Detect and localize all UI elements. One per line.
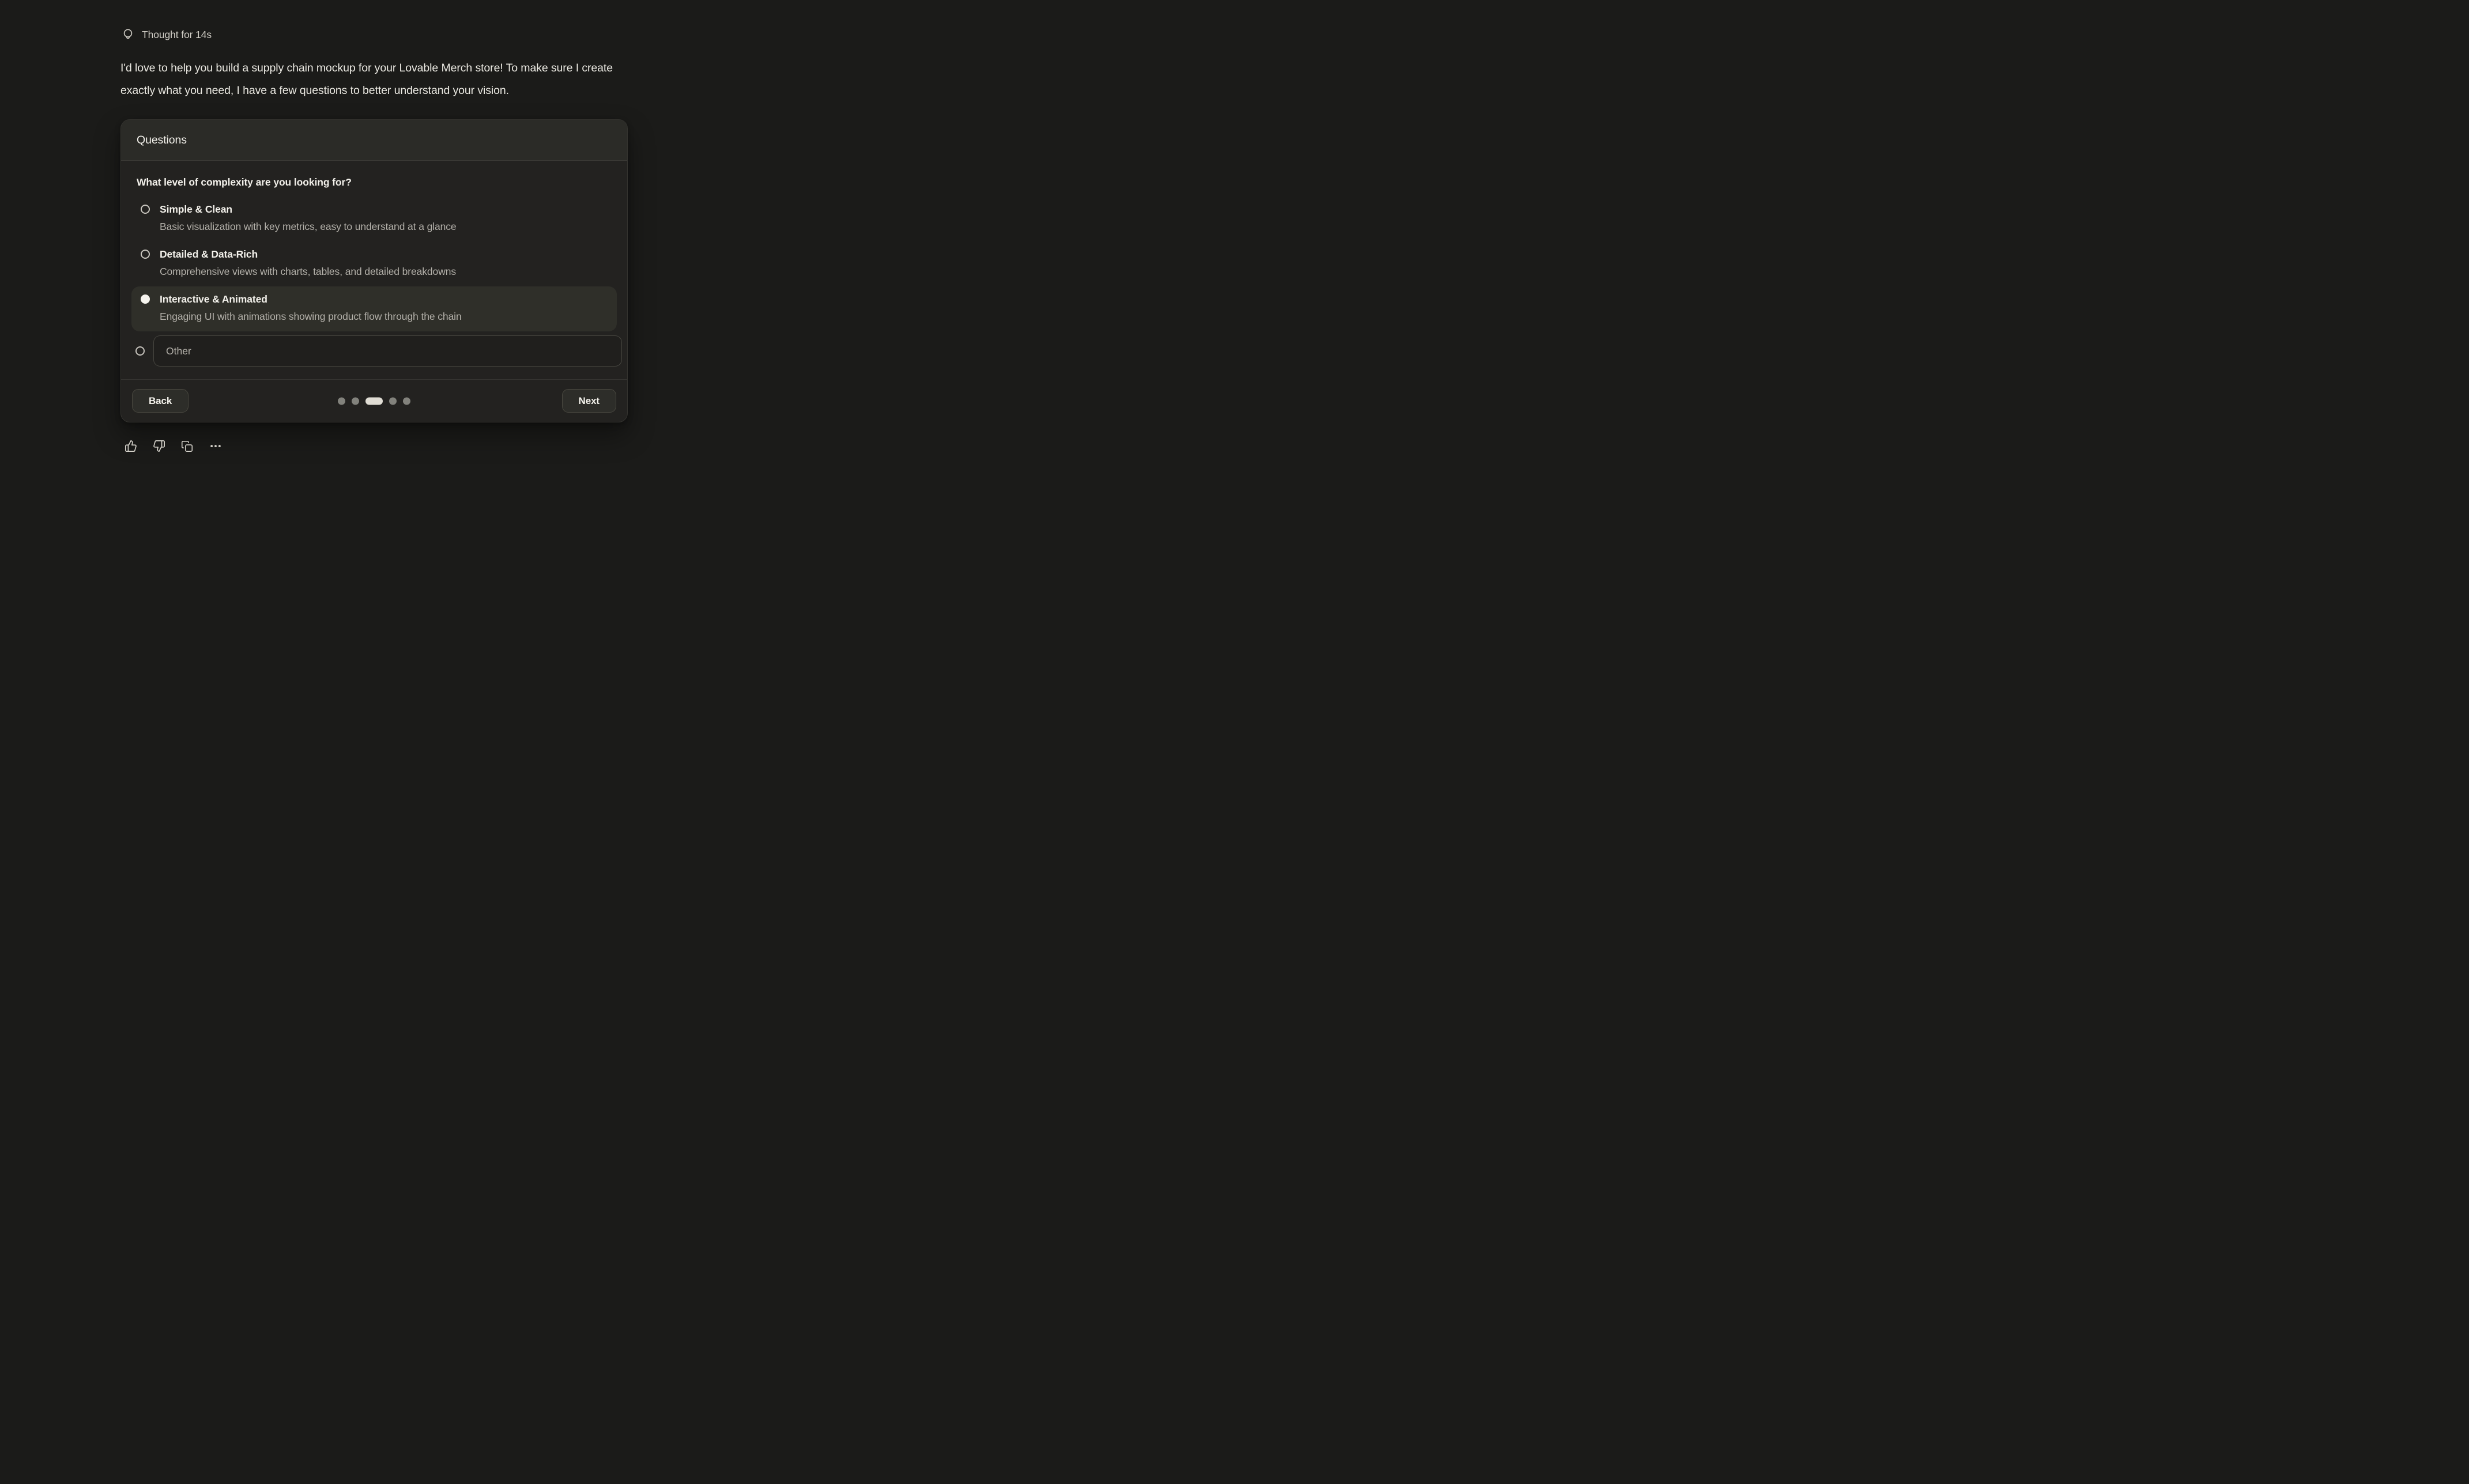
thought-label: Thought for 14s — [142, 29, 212, 41]
card-footer: Back Next — [121, 379, 627, 422]
assistant-message: I'd love to help you build a supply chai… — [120, 57, 613, 102]
message-line: I'd love to help you build a supply chai… — [120, 57, 613, 80]
pagination-dot — [352, 397, 359, 405]
option-description: Engaging UI with animations showing prod… — [160, 307, 462, 326]
radio-icon[interactable] — [141, 250, 150, 259]
option-label: Interactive & Animated — [160, 292, 462, 307]
option-label: Detailed & Data-Rich — [160, 247, 456, 262]
card-title: Questions — [137, 134, 187, 147]
questions-card: Questions What level of complexity are y… — [120, 119, 628, 422]
option-simple-clean[interactable]: Simple & Clean Basic visualization with … — [131, 197, 617, 241]
message-actions — [125, 440, 223, 452]
option-label: Simple & Clean — [160, 202, 457, 217]
copy-button[interactable] — [181, 440, 193, 452]
thumbs-down-icon — [153, 440, 165, 452]
radio-icon[interactable] — [141, 294, 150, 304]
more-options-button[interactable] — [209, 440, 223, 452]
option-interactive-animated[interactable]: Interactive & Animated Engaging UI with … — [131, 286, 617, 331]
options-list: Simple & Clean Basic visualization with … — [131, 197, 617, 367]
ellipsis-icon — [209, 440, 223, 452]
next-button[interactable]: Next — [562, 389, 616, 413]
option-detailed-data-rich[interactable]: Detailed & Data-Rich Comprehensive views… — [131, 241, 617, 286]
questions-card-header: Questions — [121, 120, 627, 161]
other-option-input[interactable] — [153, 335, 622, 367]
pagination-dot — [389, 397, 397, 405]
option-description: Comprehensive views with charts, tables,… — [160, 262, 456, 281]
thought-summary[interactable]: Thought for 14s — [122, 28, 212, 41]
lightbulb-icon — [122, 28, 134, 41]
thumbs-up-button[interactable] — [125, 440, 137, 452]
message-line: exactly what you need, I have a few ques… — [120, 80, 613, 102]
copy-icon — [181, 440, 193, 452]
option-description: Basic visualization with key metrics, ea… — [160, 217, 457, 236]
radio-icon[interactable] — [135, 346, 145, 356]
chat-page: Thought for 14s I'd love to help you bui… — [0, 0, 823, 494]
thumbs-down-button[interactable] — [153, 440, 165, 452]
thumbs-up-icon — [125, 440, 137, 452]
pagination-dot — [365, 397, 383, 405]
back-button[interactable]: Back — [132, 389, 189, 413]
questions-card-body: What level of complexity are you looking… — [121, 175, 627, 367]
option-other — [126, 335, 622, 367]
pagination-dots — [338, 397, 410, 405]
pagination-dot — [338, 397, 345, 405]
radio-icon[interactable] — [141, 205, 150, 214]
pagination-dot — [403, 397, 410, 405]
question-text: What level of complexity are you looking… — [137, 175, 612, 190]
